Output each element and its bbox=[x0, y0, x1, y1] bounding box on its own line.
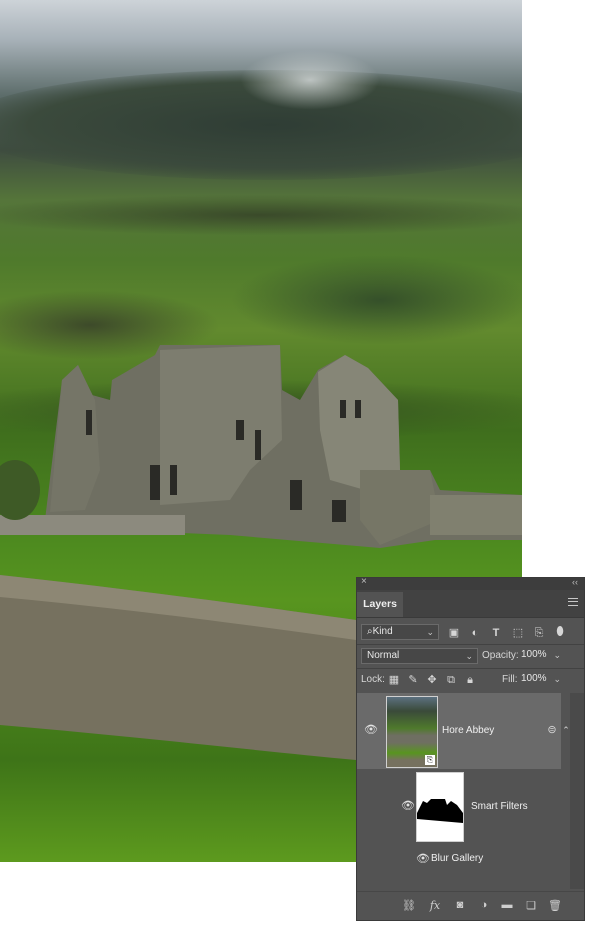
opacity-field[interactable]: 100% ⌄ bbox=[519, 648, 565, 664]
lock-position-icon[interactable]: ✥ bbox=[425, 673, 439, 687]
filter-kind-label: Kind bbox=[372, 626, 393, 637]
layer-list: 👁︎ ⎘ Hore Abbey ⊜ ⌃ 👁︎ Smart Filters 👁︎ … bbox=[357, 693, 571, 889]
filter-row: ⌕Kind ⌄ ▣ ◐ T ⬚ ⎘ ⬮ bbox=[357, 621, 584, 643]
adjustment-filter-icon[interactable]: ◐ bbox=[468, 626, 482, 640]
fill-field[interactable]: 100% ⌄ bbox=[519, 672, 565, 688]
filter-row-blur-gallery[interactable]: 👁︎ Blur Gallery bbox=[357, 849, 571, 869]
image-filter-icon[interactable]: ▣ bbox=[447, 626, 461, 640]
panel-titlebar: × ‹‹ bbox=[357, 576, 584, 590]
chevron-down-icon: ⌄ bbox=[465, 651, 473, 661]
smart-filters-label: Smart Filters bbox=[471, 801, 528, 812]
smartobject-filter-icon[interactable]: ⎘ bbox=[532, 626, 546, 640]
lock-image-icon[interactable]: ✎ bbox=[406, 673, 420, 687]
eye-icon[interactable]: 👁︎ bbox=[364, 723, 378, 736]
opacity-value: 100% bbox=[521, 649, 547, 660]
eye-icon[interactable]: 👁︎ bbox=[401, 799, 415, 812]
opacity-label: Opacity: bbox=[482, 650, 519, 661]
layer-row-hore-abbey[interactable]: 👁︎ ⎘ Hore Abbey ⊜ ⌃ bbox=[357, 693, 570, 769]
smart-filters-row[interactable]: 👁︎ Smart Filters bbox=[357, 769, 571, 849]
layers-bottom-bar: ⛓︎ fx ◙ ◑ ▬ ❏ 🗑︎ bbox=[357, 891, 584, 920]
panel-menu-icon[interactable] bbox=[568, 598, 578, 606]
chevron-down-icon: ⌄ bbox=[553, 674, 561, 684]
layer-thumbnail[interactable]: ⎘ bbox=[386, 696, 438, 768]
layer-name[interactable]: Hore Abbey bbox=[442, 725, 494, 736]
smart-filter-indicator-icon: ⊜ bbox=[547, 724, 557, 736]
smart-object-badge-icon: ⎘ bbox=[425, 755, 435, 765]
eye-icon[interactable]: 👁︎ bbox=[416, 852, 430, 865]
close-icon[interactable]: × bbox=[361, 576, 367, 587]
mask-icon[interactable]: ◙ bbox=[452, 899, 468, 911]
collapse-icon[interactable]: ‹‹ bbox=[572, 577, 578, 587]
lock-label: Lock: bbox=[361, 674, 385, 685]
lock-transparent-icon[interactable]: ▦ bbox=[387, 673, 401, 687]
lock-row: Lock: ▦ ✎ ✥ ⧉ 🔒︎ Fill: 100% ⌄ bbox=[357, 669, 584, 691]
blend-row: Normal ⌄ Opacity: 100% ⌄ bbox=[357, 645, 584, 667]
blend-mode-value: Normal bbox=[367, 650, 400, 661]
new-layer-icon[interactable]: ❏ bbox=[523, 899, 539, 912]
filter-mask-thumbnail[interactable] bbox=[416, 772, 464, 842]
group-folder-icon[interactable]: ▬ bbox=[499, 899, 515, 911]
link-icon[interactable]: ⛓︎ bbox=[401, 899, 417, 912]
trash-icon[interactable]: 🗑︎ bbox=[547, 899, 563, 912]
filter-kind-select[interactable]: ⌕Kind ⌄ bbox=[361, 624, 439, 640]
lock-all-icon[interactable]: 🔒︎ bbox=[463, 673, 477, 687]
adjustment-layer-icon[interactable]: ◑ bbox=[476, 899, 492, 911]
fx-icon[interactable]: fx bbox=[427, 899, 443, 912]
shape-filter-icon[interactable]: ⬚ bbox=[511, 626, 525, 640]
fill-value: 100% bbox=[521, 673, 547, 684]
filter-toggle-icon[interactable]: ⬮ bbox=[553, 624, 567, 638]
type-filter-icon[interactable]: T bbox=[489, 626, 503, 640]
filter-name[interactable]: Blur Gallery bbox=[431, 853, 483, 864]
layers-panel: × ‹‹ Layers ⌕Kind ⌄ ▣ ◐ T ⬚ ⎘ ⬮ Normal ⌄… bbox=[356, 576, 585, 921]
tab-layers[interactable]: Layers bbox=[357, 592, 403, 617]
chevron-down-icon: ⌄ bbox=[426, 627, 434, 637]
lock-artboard-icon[interactable]: ⧉ bbox=[444, 673, 458, 687]
panel-tab-row: Layers bbox=[357, 590, 584, 618]
mask-silhouette bbox=[417, 799, 463, 823]
scrollbar[interactable] bbox=[570, 693, 584, 889]
chevron-down-icon: ⌄ bbox=[553, 650, 561, 660]
blend-mode-select[interactable]: Normal ⌄ bbox=[361, 648, 478, 664]
fill-label: Fill: bbox=[502, 674, 518, 685]
